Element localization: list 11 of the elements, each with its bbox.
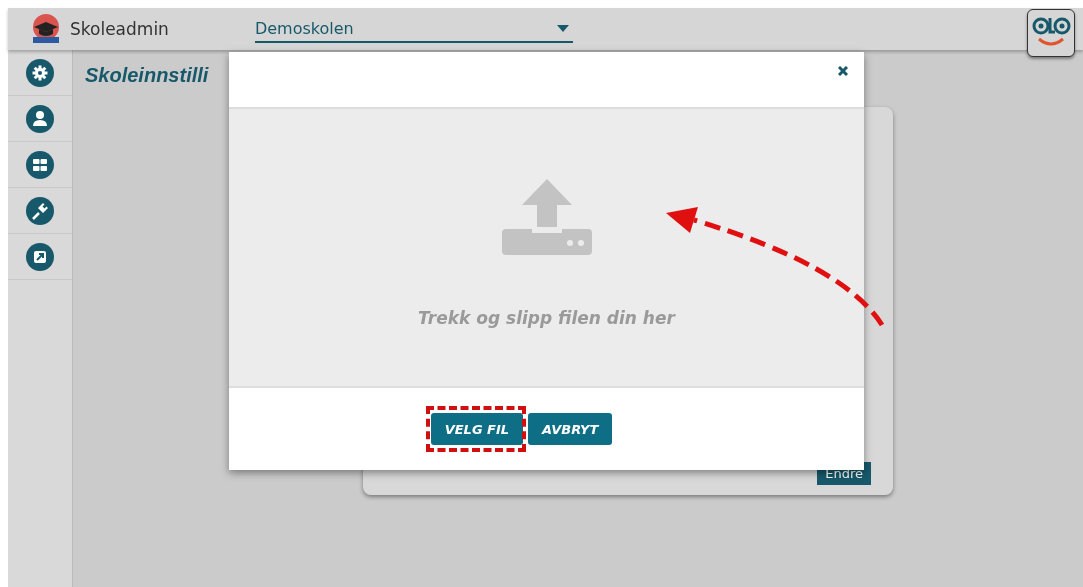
app-name: Skoleadmin xyxy=(70,19,169,39)
graduation-cap-logo xyxy=(30,13,62,45)
page-title: Skoleinnstilli xyxy=(85,64,209,87)
drop-hint: Trekk og slipp filen din her xyxy=(418,308,675,328)
face-logo[interactable] xyxy=(1027,9,1075,57)
cancel-button[interactable]: AVBRYT xyxy=(528,413,613,445)
school-select[interactable]: Demoskolen xyxy=(254,15,573,43)
upload-icon xyxy=(501,179,592,255)
caret-icon xyxy=(556,24,569,32)
close-icon[interactable] xyxy=(838,66,848,76)
choose-file-button[interactable]: VELG FIL xyxy=(430,413,524,445)
